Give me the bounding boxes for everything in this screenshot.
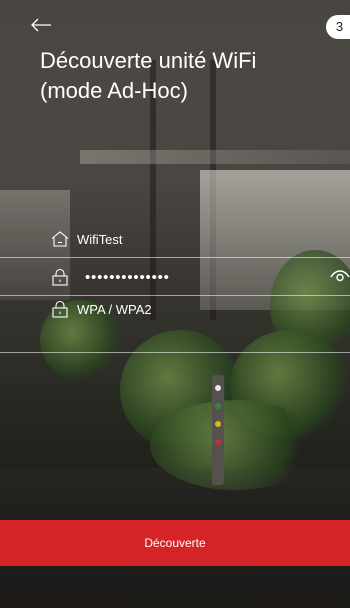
security-value: WPA / WPA2 — [77, 302, 152, 317]
page-title-line2: (mode Ad-Hoc) — [40, 78, 188, 103]
security-field[interactable]: WPA / WPA2 — [0, 297, 350, 353]
discovery-button[interactable]: Découverte — [0, 520, 350, 566]
page-title: Découverte unité WiFi (mode Ad-Hoc) — [40, 46, 330, 106]
page-title-line1: Découverte unité WiFi — [40, 48, 257, 73]
ssid-value: WifiTest — [77, 231, 123, 247]
password-value: •••••••••••••• — [85, 269, 170, 286]
ssid-field[interactable]: WifiTest — [0, 221, 350, 258]
arrow-left-icon — [31, 18, 51, 32]
home-icon — [51, 231, 69, 247]
eye-icon[interactable] — [330, 270, 350, 284]
back-button[interactable] — [30, 16, 52, 34]
lock-icon — [52, 300, 68, 318]
lock-icon — [52, 268, 68, 286]
password-field[interactable]: •••••••••••••• — [0, 259, 350, 296]
step-badge: 3 — [326, 15, 350, 39]
